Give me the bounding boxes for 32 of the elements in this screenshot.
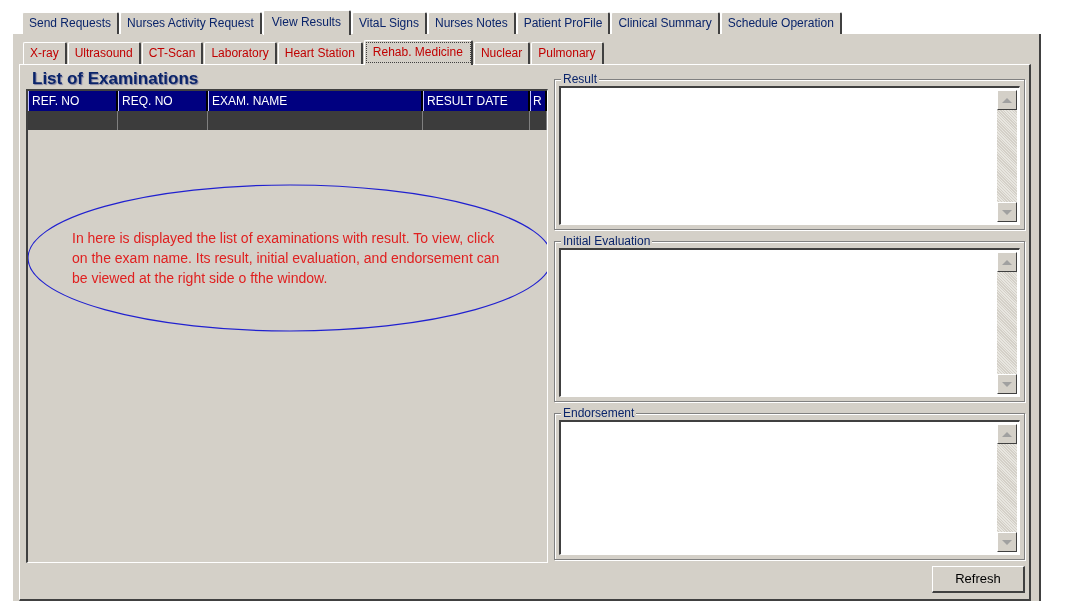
tab[interactable]: Patient ProFile (516, 12, 611, 34)
tab[interactable]: Nurses Notes (427, 12, 516, 34)
column-header[interactable]: REF. NO (28, 91, 118, 111)
scroll-down-button[interactable] (997, 374, 1017, 395)
tab[interactable]: Pulmonary (531, 42, 604, 64)
scroll-up-button[interactable] (997, 252, 1017, 273)
scroll-up-button[interactable] (997, 90, 1017, 110)
annotation-note: In here is displayed the list of examinations with result. To view, click on the exam name. Its result, initial evaluation, and endorsement can be viewed at the right side o fthe window. (72, 229, 501, 288)
scroll-up-button[interactable] (997, 424, 1017, 445)
tab[interactable]: CT-Scan (141, 42, 204, 64)
tab[interactable]: Clinical Summary (611, 12, 720, 34)
text-area[interactable] (559, 420, 1020, 555)
column-header[interactable]: EXAM. NAME (208, 91, 423, 111)
tab[interactable]: Send Requests (22, 12, 120, 34)
column-header[interactable]: R (530, 91, 547, 111)
tab[interactable]: Heart Station (277, 42, 363, 64)
tab[interactable]: Schedule Operation (720, 12, 842, 34)
tab[interactable]: Nurses Activity Request (120, 12, 262, 34)
list-title: List of Examinations (31, 69, 200, 89)
tab[interactable]: Laboratory (204, 42, 277, 64)
tab[interactable]: Rehab. Medicine (363, 40, 473, 65)
tab[interactable]: View Results (262, 10, 351, 35)
tab[interactable]: VitaL Signs (351, 12, 427, 34)
tab[interactable]: Ultrasound (67, 42, 141, 64)
scroll-down-button[interactable] (997, 532, 1017, 552)
column-header[interactable]: REQ. NO (118, 91, 208, 111)
group-label: Result (561, 72, 599, 86)
tab[interactable]: X-ray (23, 42, 67, 64)
column-header[interactable]: RESULT DATE (423, 91, 530, 111)
tab[interactable]: Nuclear (473, 42, 531, 64)
scroll-down-button[interactable] (997, 202, 1017, 223)
refresh-button[interactable]: Refresh (932, 565, 1025, 593)
